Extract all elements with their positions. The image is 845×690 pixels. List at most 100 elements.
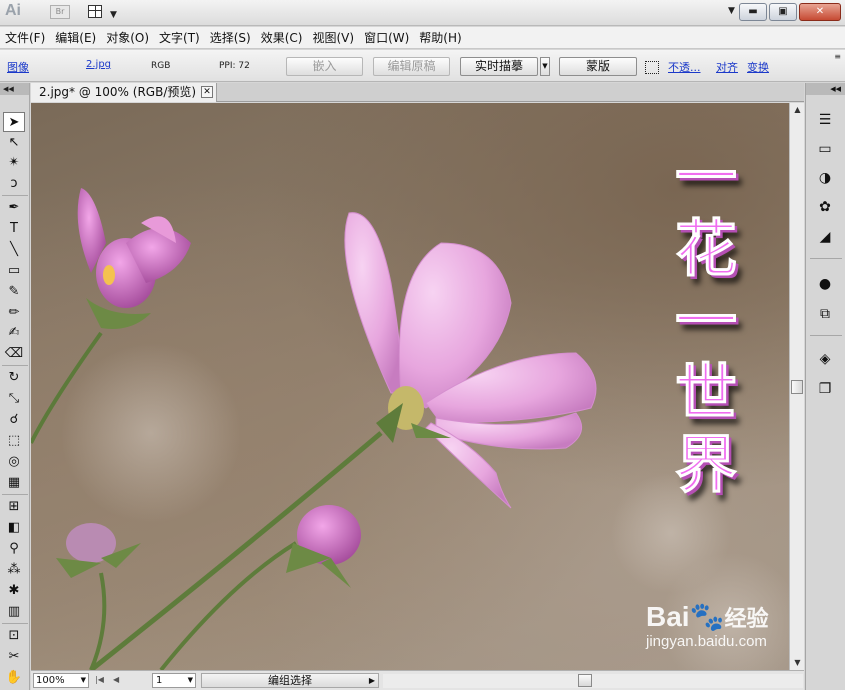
close-tab-icon[interactable]: ✕ [201, 86, 213, 98]
bridge-button[interactable]: Br [50, 5, 70, 19]
column-graph-tool-icon[interactable]: ▥ [3, 602, 25, 622]
control-bar: 图像 2.jpg RGB PPI: 72 嵌入 编辑原稿 实时描摹 ▼ 蒙版 不… [0, 50, 845, 82]
rectangle-tool-icon[interactable]: ▭ [3, 261, 25, 281]
perspective-grid-tool-icon[interactable]: ▦ [3, 473, 25, 493]
panel-menu-icon[interactable]: ≡ [834, 52, 841, 61]
eraser-tool-icon[interactable]: ⌫ [3, 344, 25, 364]
shape-builder-tool-icon[interactable]: ◎ [3, 452, 25, 472]
blob-brush-tool-icon[interactable]: ✍ [3, 323, 25, 343]
menu-help[interactable]: 帮助(H) [414, 27, 466, 49]
menu-view[interactable]: 视图(V) [307, 27, 359, 49]
chevron-right-icon: ▶ [368, 676, 375, 685]
graphic-styles-icon[interactable]: ● [814, 273, 836, 295]
free-transform-tool-icon[interactable]: ⬚ [3, 431, 25, 451]
warp-tool-icon[interactable]: ☌ [3, 410, 25, 430]
symbols-panel-icon[interactable]: ⧉ [814, 303, 836, 325]
baidu-watermark: Bai🐾经验 jingyan.baidu.com [646, 600, 768, 650]
watermark-logo: Bai🐾经验 [646, 601, 769, 632]
file-link[interactable]: 2.jpg [86, 59, 111, 70]
lasso-tool-icon[interactable]: ↄ [3, 174, 25, 194]
previous-artboard-icon[interactable]: ◀ [113, 675, 119, 684]
symbol-sprayer-tool-icon[interactable]: ✱ [3, 581, 25, 601]
window-controls: ▬ ▣ ✕ [739, 3, 841, 21]
menu-effect[interactable]: 效果(C) [256, 27, 308, 49]
artboard-canvas[interactable]: 一 花 一 世 界 [31, 103, 789, 670]
status-bar: 100% ▼ |◀ ◀ 1 ▼ 编组选择 ▶ [31, 670, 804, 690]
menu-bar: 文件(F) 编辑(E) 对象(O) 文字(T) 选择(S) 效果(C) 视图(V… [0, 27, 845, 49]
artboard-number-select[interactable]: 1 ▼ [152, 673, 196, 688]
selection-tool-icon[interactable]: ➤ [3, 112, 25, 132]
stroke-panel-icon[interactable]: ▭ [814, 138, 836, 160]
slice-tool-icon[interactable]: ✂ [3, 647, 25, 667]
pen-tool-icon[interactable]: ✒ [3, 198, 25, 218]
artboards-panel-icon[interactable]: ❐ [814, 378, 836, 400]
color-guide-icon[interactable]: ☰ [814, 109, 836, 131]
vertical-scroll-thumb[interactable] [791, 380, 803, 394]
type-tool-icon[interactable]: T [3, 219, 25, 239]
vertical-scrollbar[interactable]: ▲ ▼ [789, 103, 804, 670]
illustrator-window: Ai Br ▼ ▼ ▬ ▣ ✕ 文件(F) 编辑(E) 对象(O) 文字(T) … [0, 0, 845, 690]
menu-edit[interactable]: 编辑(E) [50, 27, 101, 49]
expand-panels-icon[interactable]: ◀◀ [806, 83, 845, 95]
line-tool-icon[interactable]: ╲ [3, 240, 25, 260]
direct-selection-tool-icon[interactable]: ↖ [3, 133, 25, 153]
title-char: 界 [674, 428, 737, 501]
vertical-title-text[interactable]: 一 花 一 世 界 [671, 140, 741, 501]
edit-original-button[interactable]: 编辑原稿 [373, 57, 450, 76]
mesh-tool-icon[interactable]: ⊞ [3, 497, 25, 517]
app-logo: Ai [5, 2, 21, 19]
mask-button[interactable]: 蒙版 [559, 57, 637, 76]
color-mode-label: RGB [151, 61, 171, 71]
ppi-label: PPI: 72 [219, 61, 250, 71]
close-button[interactable]: ✕ [799, 3, 841, 21]
artboard-tool-icon[interactable]: ⊡ [3, 626, 25, 646]
minimize-button[interactable]: ▬ [739, 3, 767, 21]
menu-window[interactable]: 窗口(W) [359, 27, 414, 49]
arrange-documents-button[interactable]: ▼ [88, 4, 118, 20]
gradient-panel-icon[interactable]: ◢ [814, 226, 836, 248]
live-trace-button[interactable]: 实时描摹 [460, 57, 538, 76]
transform-bounds-icon[interactable] [645, 61, 659, 74]
layers-panel-icon[interactable]: ◈ [814, 348, 836, 370]
menu-object[interactable]: 对象(O) [101, 27, 154, 49]
title-char: 世 [674, 356, 737, 429]
chevron-down-icon: ▼ [187, 676, 193, 684]
embed-button[interactable]: 嵌入 [286, 57, 363, 76]
opacity-link[interactable]: 不透... [668, 59, 701, 75]
live-trace-options-dropdown[interactable]: ▼ [540, 57, 550, 76]
gradient-tool-icon[interactable]: ◧ [3, 518, 25, 538]
workspace-dropdown-icon[interactable]: ▼ [728, 6, 735, 16]
chevron-down-icon: ▼ [80, 676, 86, 684]
horizontal-scrollbar[interactable] [383, 674, 803, 688]
restore-button[interactable]: ▣ [769, 3, 797, 21]
menu-select[interactable]: 选择(S) [205, 27, 256, 49]
first-artboard-icon[interactable]: |◀ [95, 675, 104, 684]
menu-type[interactable]: 文字(T) [154, 27, 205, 49]
scroll-up-icon[interactable]: ▲ [790, 103, 805, 117]
title-bar: Ai Br ▼ ▼ ▬ ▣ ✕ [0, 0, 845, 26]
document-tab[interactable]: 2.jpg* @ 100% (RGB/预览) ✕ [31, 83, 217, 102]
object-type-link[interactable]: 图像 [7, 59, 29, 75]
paw-icon: 🐾 [689, 601, 725, 632]
paintbrush-tool-icon[interactable]: ✎ [3, 282, 25, 302]
appearance-panel-icon[interactable]: ◑ [814, 167, 836, 189]
align-link[interactable]: 对齐 [716, 59, 738, 75]
pencil-tool-icon[interactable]: ✏ [3, 303, 25, 323]
transform-link[interactable]: 变换 [747, 59, 769, 75]
status-menu[interactable]: 编组选择 ▶ [201, 673, 379, 688]
eyedropper-tool-icon[interactable]: ⚲ [3, 539, 25, 559]
watermark-url: jingyan.baidu.com [646, 633, 767, 650]
swatches-panel-icon[interactable]: ✿ [814, 196, 836, 218]
arrange-grid-icon [88, 5, 102, 18]
scale-tool-icon[interactable]: ⤡ [3, 389, 25, 409]
scroll-down-icon[interactable]: ▼ [790, 656, 805, 670]
tools-panel: ◀◀ ➤ ↖ ✴ ↄ ✒ T ╲ ▭ ✎ ✏ ✍ ⌫ ↻ ⤡ ☌ ⬚ ◎ ▦ ⊞… [0, 83, 30, 690]
blend-tool-icon[interactable]: ⁂ [3, 560, 25, 580]
collapse-panel-icon[interactable]: ◀◀ [0, 83, 29, 95]
hand-tool-icon[interactable]: ✋ [3, 668, 25, 688]
menu-file[interactable]: 文件(F) [0, 27, 50, 49]
rotate-tool-icon[interactable]: ↻ [3, 368, 25, 388]
horizontal-scroll-thumb[interactable] [578, 674, 592, 687]
zoom-select[interactable]: 100% ▼ [33, 673, 89, 688]
magic-wand-tool-icon[interactable]: ✴ [3, 153, 25, 173]
